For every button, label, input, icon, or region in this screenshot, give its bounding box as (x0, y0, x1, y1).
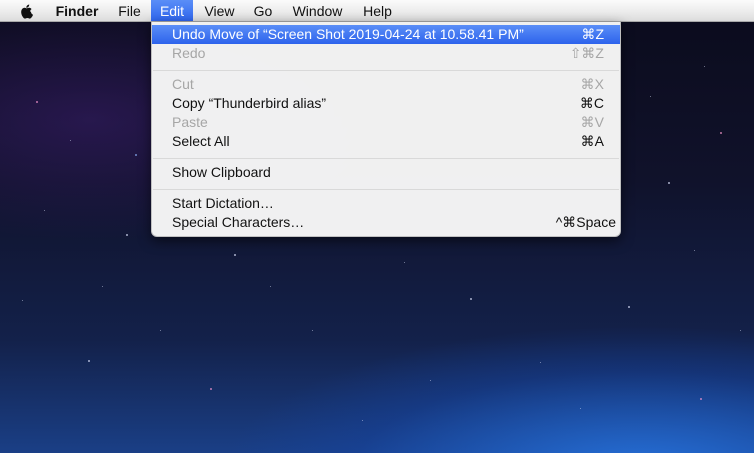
menu-item-undo[interactable]: Undo Move of “Screen Shot 2019-04-24 at … (152, 25, 620, 44)
menu-separator (153, 70, 619, 71)
star (88, 360, 90, 362)
star (102, 286, 103, 287)
star (210, 388, 212, 390)
menu-item-label: Cut (172, 76, 194, 92)
menu-finder[interactable]: Finder (45, 0, 109, 21)
star (234, 254, 236, 256)
menu-window[interactable]: Window (283, 0, 352, 21)
star (470, 298, 472, 300)
menu-bar: Finder File Edit View Go Window Help (0, 0, 754, 22)
menu-item-shortcut: ⇧⌘Z (569, 45, 604, 61)
star (135, 154, 137, 156)
menu-item-label: Paste (172, 114, 208, 130)
star (580, 408, 581, 409)
star (704, 66, 705, 67)
menu-separator (153, 158, 619, 159)
menu-item-redo[interactable]: Redo ⇧⌘Z (152, 44, 620, 63)
menu-file[interactable]: File (111, 0, 148, 21)
menu-go[interactable]: Go (246, 0, 280, 21)
star (650, 96, 651, 97)
menu-item-shortcut: ⌘A (580, 133, 604, 149)
star (700, 398, 702, 400)
menu-item-start-dictation[interactable]: Start Dictation… (152, 194, 620, 213)
star (430, 380, 431, 381)
menu-item-select-all[interactable]: Select All ⌘A (152, 132, 620, 151)
menu-item-copy[interactable]: Copy “Thunderbird alias” ⌘C (152, 94, 620, 113)
menu-item-shortcut: ^⌘Space (555, 214, 616, 230)
menu-item-shortcut: ⌘V (580, 114, 604, 130)
menu-item-shortcut: ⌘Z (581, 26, 604, 42)
star (362, 420, 363, 421)
menu-item-shortcut: ⌘C (579, 95, 604, 111)
star (628, 306, 630, 308)
menu-item-shortcut: ⌘X (580, 76, 604, 92)
menu-help[interactable]: Help (355, 0, 400, 21)
menu-edit[interactable]: Edit (151, 0, 193, 21)
star (270, 286, 271, 287)
star (160, 330, 161, 331)
star (22, 300, 23, 301)
star (540, 362, 541, 363)
star (70, 140, 71, 141)
star (720, 132, 722, 134)
menu-view[interactable]: View (196, 0, 243, 21)
star (36, 101, 38, 103)
menu-item-paste[interactable]: Paste ⌘V (152, 113, 620, 132)
menu-separator (153, 189, 619, 190)
menu-item-label: Special Characters… (172, 214, 305, 230)
star (312, 330, 313, 331)
menu-item-label: Copy “Thunderbird alias” (172, 95, 327, 111)
star (694, 250, 695, 251)
menu-item-label: Show Clipboard (172, 164, 271, 180)
edit-menu: Undo Move of “Screen Shot 2019-04-24 at … (151, 22, 621, 237)
menu-item-label: Undo Move of “Screen Shot 2019-04-24 at … (172, 26, 524, 42)
menu-item-show-clipboard[interactable]: Show Clipboard (152, 163, 620, 182)
menu-item-special-characters[interactable]: Special Characters… ^⌘Space (152, 213, 620, 232)
star (44, 210, 45, 211)
menu-item-label: Start Dictation… (172, 195, 274, 211)
star (668, 182, 670, 184)
star (404, 262, 405, 263)
apple-logo-icon[interactable] (19, 3, 35, 19)
menu-item-label: Redo (172, 45, 206, 61)
menu-item-cut[interactable]: Cut ⌘X (152, 75, 620, 94)
star (740, 330, 741, 331)
menu-item-label: Select All (172, 133, 230, 149)
star (126, 234, 128, 236)
